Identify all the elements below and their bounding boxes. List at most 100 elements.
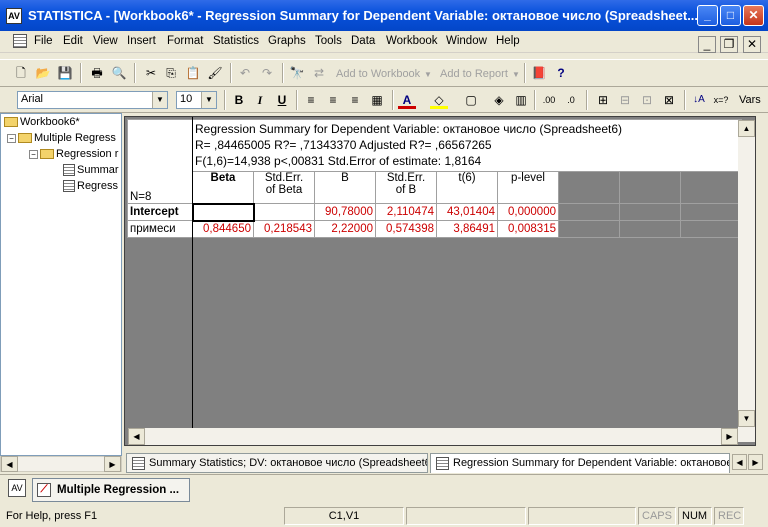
tab-regression-summary[interactable]: Regression Summary for Dependent Variabl… [430,453,730,473]
decrease-decimal-icon[interactable]: .0 [562,91,580,109]
align-right-icon[interactable]: ≡ [346,91,364,109]
chevron-down-icon[interactable]: ▼ [201,92,216,108]
font-color-icon[interactable]: A [398,91,416,109]
scroll-right-icon[interactable]: ▶ [104,456,121,472]
merge-cells-icon[interactable]: ▦ [368,91,386,109]
table-layout-icon[interactable]: ⊡ [638,91,656,109]
tree-node-summary[interactable]: Summar [1,162,121,178]
tab-scroll-right-icon[interactable]: ▶ [748,454,763,470]
bold-icon[interactable]: B [230,91,248,109]
sheet-vertical-scrollbar[interactable]: ▲ ▼ [738,120,755,442]
highlight-icon[interactable]: ◈ [490,91,508,109]
sort-az-icon[interactable]: ↓A [690,91,708,109]
menu-help[interactable]: Help [496,35,520,47]
close-button[interactable]: ✕ [743,5,764,26]
cell[interactable]: 43,01404 [436,203,498,221]
column-header-p-level[interactable]: p-level [497,170,559,205]
grid-icon[interactable]: ▥ [512,91,530,109]
tree-node-workbook[interactable]: Workbook6* [1,114,121,130]
print-preview-icon[interactable]: 🔍 [110,64,128,82]
paste-icon[interactable]: 📋 [184,64,202,82]
italic-icon[interactable]: I [251,91,269,109]
menu-graphs[interactable]: Graphs [268,35,306,47]
cell[interactable] [191,202,255,222]
menu-format[interactable]: Format [167,35,203,47]
menu-tools[interactable]: Tools [315,35,342,47]
print-icon[interactable]: 🖶 [88,64,106,82]
workbook-icon[interactable] [13,34,27,48]
cut-icon[interactable]: ✂ [142,64,160,82]
tree-node-regression[interactable]: − Regression r [1,146,121,162]
statistica-small-icon[interactable]: AV [8,479,26,497]
sheet-horizontal-scrollbar[interactable]: ◀ ▶ [128,428,738,445]
format-painter-icon[interactable]: 🖌 [206,64,224,82]
save-icon[interactable]: 💾 [56,64,74,82]
replace-icon[interactable]: ⇄ [310,64,328,82]
increase-decimal-icon[interactable]: .00 [540,91,558,109]
redo-icon[interactable]: ↷ [258,64,276,82]
cell[interactable]: 0,574398 [375,220,437,238]
menu-workbook[interactable]: Workbook [386,35,438,47]
font-size-combo[interactable]: 10 ▼ [176,91,217,109]
menu-window[interactable]: Window [446,35,487,47]
fill-color-icon[interactable]: ◇ [430,91,448,109]
tree-node-regression-summary[interactable]: Regress [1,178,121,194]
vars-button[interactable]: Vars [739,94,761,106]
mdi-close-button[interactable]: ✕ [743,36,761,53]
cell[interactable]: 0,218543 [253,220,315,238]
column-header-t6[interactable]: t(6) [436,170,498,205]
cell[interactable]: 2,110474 [375,203,437,221]
scroll-up-icon[interactable]: ▲ [738,120,755,137]
statistica-app-icon[interactable]: AV [6,8,22,24]
cell[interactable]: 0,844650 [192,220,254,238]
column-header-beta[interactable]: Beta [192,170,254,205]
tab-scroll-left-icon[interactable]: ◀ [732,454,747,470]
borders-icon[interactable]: ▢ [462,91,480,109]
font-combo[interactable]: Arial ▼ [17,91,168,109]
cell[interactable] [253,203,315,221]
menu-insert[interactable]: Insert [127,35,156,47]
add-to-report-button[interactable]: Add to Report [440,68,508,80]
tab-summary-statistics[interactable]: Summary Statistics; DV: октановое число … [126,453,428,473]
collapse-icon[interactable]: − [7,133,16,143]
scroll-left-icon[interactable]: ◀ [1,456,18,472]
minimize-button[interactable]: _ [697,5,718,26]
scroll-left-icon[interactable]: ◀ [128,428,145,445]
chevron-down-icon[interactable]: ▼ [152,92,167,108]
maximize-button[interactable]: □ [720,5,741,26]
row-header-primesi[interactable]: примеси [127,220,193,238]
collapse-icon[interactable]: − [29,149,38,159]
menu-data[interactable]: Data [351,35,375,47]
title-bar[interactable]: AV STATISTICA - [Workbook6* - Regression… [0,0,768,31]
book-icon[interactable]: 📕 [530,64,548,82]
column-header-std-err-beta[interactable]: Std.Err. of Beta [253,170,315,205]
cell[interactable]: 2,22000 [314,220,376,238]
row-header-intercept[interactable]: Intercept [127,203,193,221]
variable-specs-icon[interactable]: ⊠ [660,91,678,109]
cell[interactable]: 90,78000 [314,203,376,221]
menu-file[interactable]: File [34,35,53,47]
menu-view[interactable]: View [93,35,118,47]
tree-node-multiple-regression[interactable]: − Multiple Regress [1,130,121,146]
mdi-restore-button[interactable]: ❐ [720,36,738,53]
tree-horizontal-scrollbar[interactable]: ◀ ▶ [0,456,122,472]
add-to-workbook-button[interactable]: Add to Workbook [336,68,420,80]
freeze-panes-icon[interactable]: ⊞ [594,91,612,109]
formula-icon[interactable]: x=? [712,91,730,109]
column-header-std-err-b[interactable]: Std.Err. of B [375,170,437,205]
mdi-minimize-button[interactable]: _ [698,36,716,53]
column-header-b[interactable]: B [314,170,376,205]
binoculars-find-icon[interactable]: 🔭 [288,64,306,82]
cell[interactable]: 0,000000 [497,203,559,221]
scroll-right-icon[interactable]: ▶ [721,428,738,445]
multiple-regression-task-button[interactable]: ⟋ Multiple Regression ... [32,478,190,502]
help-pointer-icon[interactable]: ? [552,64,570,82]
undo-icon[interactable]: ↶ [236,64,254,82]
align-center-icon[interactable]: ≡ [324,91,342,109]
scroll-down-icon[interactable]: ▼ [738,410,755,427]
cell[interactable]: 3,86491 [436,220,498,238]
cell[interactable]: 0,008315 [497,220,559,238]
align-left-icon[interactable]: ≡ [302,91,320,109]
open-folder-icon[interactable]: 📂 [34,64,52,82]
table-options-icon[interactable]: ⊟ [616,91,634,109]
